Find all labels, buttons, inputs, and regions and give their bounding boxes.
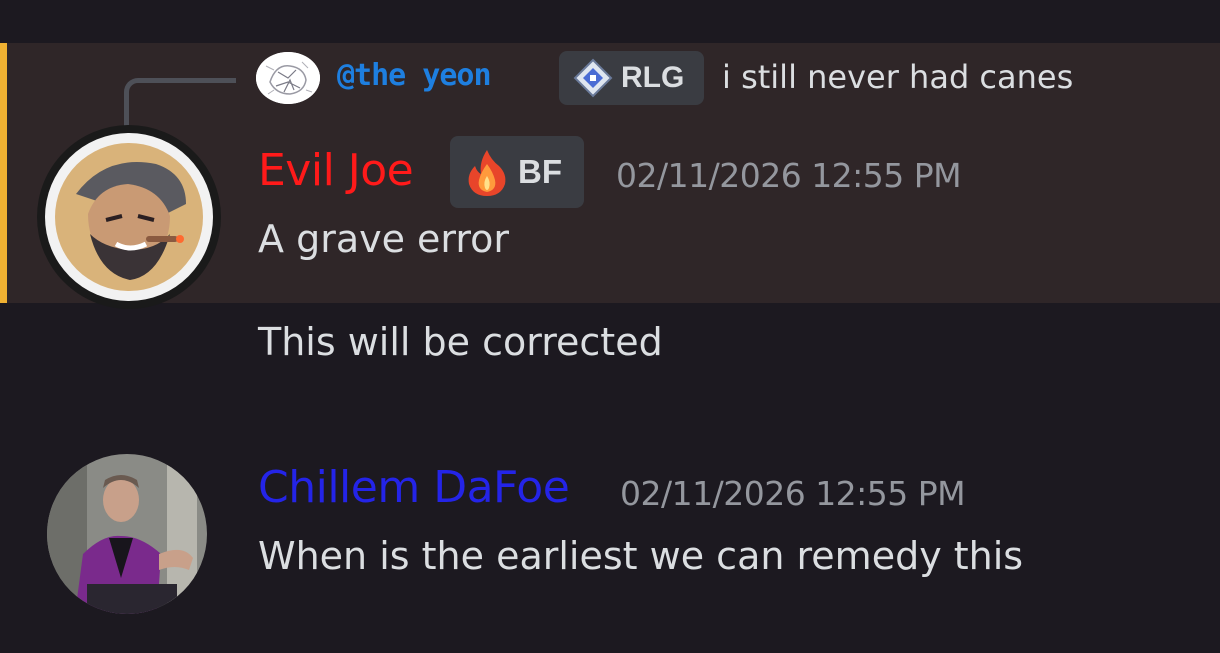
guild-tag-label: RLG (621, 61, 685, 94)
chillem-dafoe-avatar[interactable] (47, 454, 207, 614)
mention-highlight-bar (0, 43, 7, 303)
author-name[interactable]: Chillem DaFoe (258, 462, 570, 513)
message-timestamp: 02/11/2026 12:55 PM (616, 156, 962, 195)
man-purple-suit-avatar-icon (47, 454, 207, 614)
message-timestamp: 02/11/2026 12:55 PM (620, 474, 966, 513)
guild-tag-rlg[interactable]: RLG (559, 51, 704, 105)
evil-joe-avatar[interactable] (36, 124, 222, 310)
reply-message-text[interactable]: i still never had canes (722, 58, 1073, 96)
guild-tag-label: BF (518, 153, 562, 190)
author-name[interactable]: Evil Joe (258, 145, 414, 196)
message-text[interactable]: A grave error (258, 217, 509, 261)
fire-icon (468, 150, 506, 196)
reply-spine (124, 78, 236, 128)
message-text[interactable]: This will be corrected (258, 320, 663, 364)
sketch-avatar-icon (256, 52, 320, 104)
diamond-compass-icon (573, 58, 613, 98)
bearded-pirate-avatar-icon (37, 125, 221, 309)
message-text[interactable]: When is the earliest we can remedy this (258, 534, 1023, 578)
reply-avatar[interactable] (256, 52, 320, 104)
guild-tag-bf[interactable]: BF (450, 136, 584, 208)
reply-username[interactable]: @the yeon (337, 58, 492, 93)
